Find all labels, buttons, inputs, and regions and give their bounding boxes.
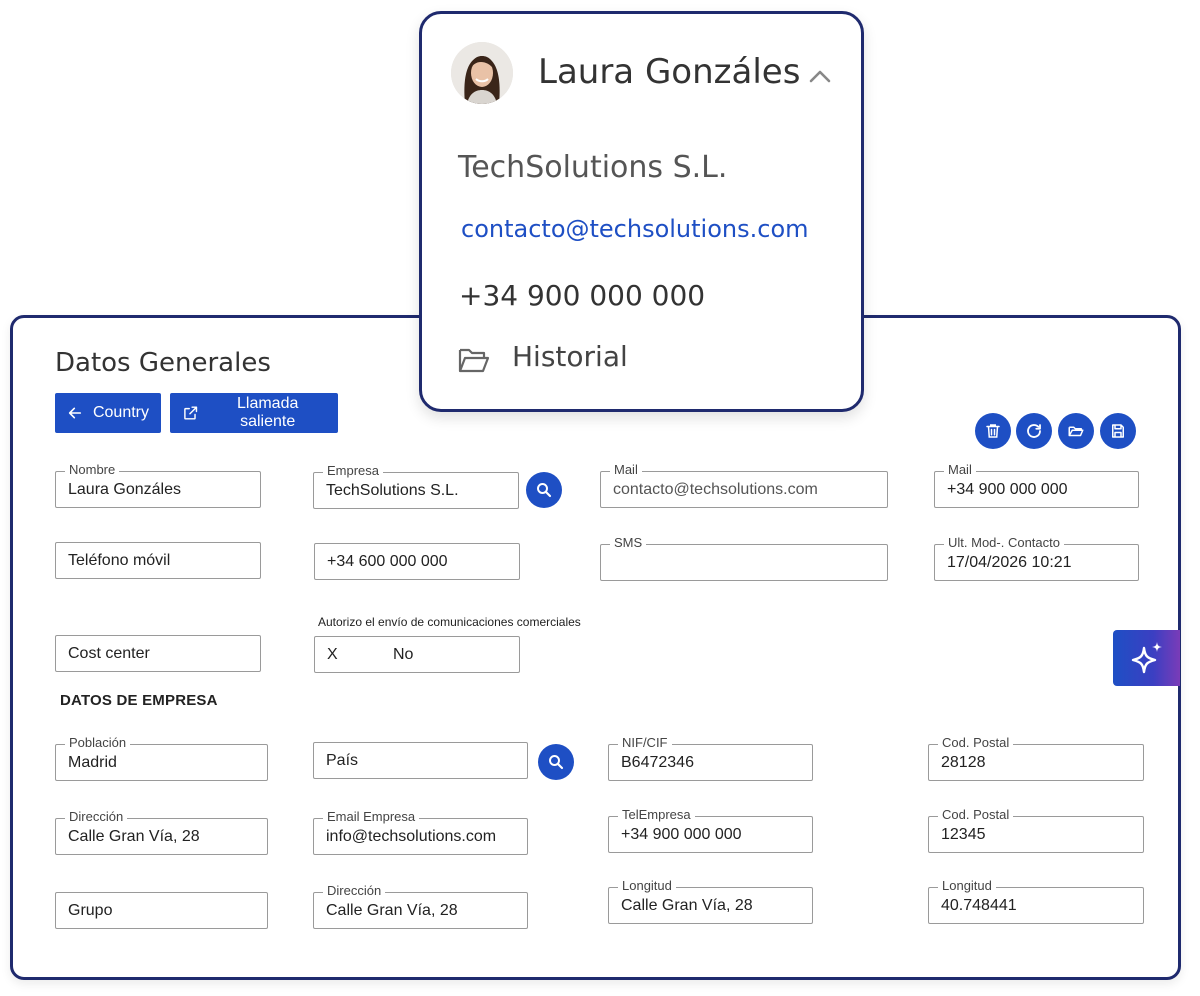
ult-mod-value: 17/04/2026 10:21 — [947, 553, 1072, 571]
email-empresa-value: info@techsolutions.com — [326, 827, 497, 845]
country-button-label: Country — [92, 404, 149, 421]
contact-name: Laura Gonzáles — [538, 52, 801, 92]
arrow-left-icon — [68, 407, 82, 419]
grupo-placeholder: Grupo — [68, 901, 113, 919]
folder-open-icon — [1068, 426, 1084, 437]
open-folder-button[interactable] — [1058, 413, 1094, 449]
direccion-field[interactable]: Dirección Calle Gran Vía, 28 — [55, 809, 268, 855]
cod-postal-2-field[interactable]: Cod. Postal 12345 — [928, 807, 1144, 853]
contact-company: TechSolutions S.L. — [458, 150, 728, 185]
ult-mod-label: Ult. Mod-. Contacto — [944, 535, 1064, 551]
llamada-saliente-label: Llamada saliente — [236, 395, 299, 430]
contact-phone: +34 900 000 000 — [459, 279, 706, 312]
delete-button[interactable] — [975, 413, 1011, 449]
section-datos-empresa: DATOS DE EMPRESA — [60, 692, 218, 709]
contact-email-link[interactable]: contacto@techsolutions.com — [461, 215, 809, 243]
pais-search-button[interactable] — [538, 744, 574, 780]
direccion-2-value: Calle Gran Vía, 28 — [326, 901, 458, 919]
tel-empresa-label: TelEmpresa — [618, 807, 695, 823]
save-button[interactable] — [1100, 413, 1136, 449]
cost-center-placeholder: Cost center — [68, 644, 150, 662]
autorizo-value: No — [393, 645, 414, 663]
longitud-field[interactable]: Longitud Calle Gran Vía, 28 — [608, 878, 813, 924]
longitud-label: Longitud — [618, 878, 676, 894]
cod-postal-label: Cod. Postal — [938, 735, 1014, 751]
cod-postal-value: 28128 — [941, 753, 986, 771]
mail-field[interactable]: Mail contacto@techsolutions.com — [600, 462, 888, 508]
search-icon — [549, 755, 564, 770]
longitud-value: Calle Gran Vía, 28 — [621, 896, 753, 914]
longitud-2-field[interactable]: Longitud 40.748441 — [928, 878, 1144, 924]
mail-phone-field[interactable]: Mail +34 900 000 000 — [934, 462, 1139, 508]
trash-icon — [986, 424, 1000, 438]
mail-label: Mail — [610, 462, 642, 478]
llamada-saliente-button[interactable]: Llamada saliente — [170, 393, 338, 433]
tel-empresa-field[interactable]: TelEmpresa +34 900 000 000 — [608, 807, 813, 853]
autorizo-select[interactable]: X No — [314, 636, 520, 673]
refresh-button[interactable] — [1016, 413, 1052, 449]
pais-placeholder: País — [326, 751, 359, 769]
empresa-label: Empresa — [323, 463, 384, 479]
sms-field[interactable]: SMS — [600, 535, 888, 581]
nombre-value: Laura Gonzáles — [68, 480, 181, 498]
direccion-2-label: Dirección — [323, 883, 386, 899]
email-empresa-label: Email Empresa — [323, 809, 420, 825]
ult-mod-contacto-field[interactable]: Ult. Mod-. Contacto 17/04/2026 10:21 — [934, 535, 1139, 581]
sparkle-icon — [1131, 642, 1162, 674]
telefono-movil-placeholder: Teléfono móvil — [68, 551, 171, 569]
cod-postal-2-label: Cod. Postal — [938, 807, 1014, 823]
page-title: Datos Generales — [55, 348, 271, 378]
country-button[interactable]: Country — [55, 393, 161, 433]
save-icon — [1112, 424, 1124, 438]
nif-cif-label: NIF/CIF — [618, 735, 672, 751]
historial-link[interactable]: Historial — [512, 340, 628, 373]
autorizo-x: X — [327, 645, 338, 663]
empresa-field[interactable]: Empresa TechSolutions S.L. — [313, 463, 519, 509]
ai-assistant-button[interactable] — [1113, 630, 1180, 686]
refresh-icon — [1027, 424, 1041, 438]
telefono-value: +34 600 000 000 — [327, 552, 448, 570]
search-icon — [537, 483, 552, 498]
contact-card: Laura Gonzáles TechSolutions S.L. contac… — [419, 11, 864, 412]
nif-cif-field[interactable]: NIF/CIF B6472346 — [608, 735, 813, 781]
datos-generales-panel: Datos Generales Country Llamada saliente… — [10, 315, 1181, 980]
folder-icon — [458, 348, 490, 373]
grupo-field[interactable]: Grupo — [55, 892, 268, 929]
chevron-up-icon[interactable] — [807, 66, 833, 86]
empresa-value: TechSolutions S.L. — [326, 481, 459, 499]
telefono-movil-field[interactable]: Teléfono móvil — [55, 542, 261, 579]
pais-field[interactable]: País — [313, 742, 528, 779]
mail-value: contacto@techsolutions.com — [613, 480, 818, 498]
autorizo-label: Autorizo el envío de comunicaciones come… — [318, 615, 581, 629]
nombre-field[interactable]: Nombre Laura Gonzáles — [55, 462, 261, 508]
direccion-value: Calle Gran Vía, 28 — [68, 827, 200, 845]
poblacion-label: Población — [65, 735, 131, 751]
telefono-field[interactable]: +34 600 000 000 — [314, 543, 520, 580]
poblacion-value: Madrid — [68, 753, 117, 771]
tel-empresa-value: +34 900 000 000 — [621, 825, 742, 843]
mail-phone-value: +34 900 000 000 — [947, 480, 1068, 498]
nombre-label: Nombre — [65, 462, 120, 478]
sms-label: SMS — [610, 535, 647, 551]
longitud-2-value: 40.748441 — [941, 896, 1017, 914]
cod-postal-2-value: 12345 — [941, 825, 986, 843]
empresa-search-button[interactable] — [526, 472, 562, 508]
nif-cif-value: B6472346 — [621, 753, 694, 771]
direccion-2-field[interactable]: Dirección Calle Gran Vía, 28 — [313, 883, 528, 929]
cod-postal-field[interactable]: Cod. Postal 28128 — [928, 735, 1144, 781]
cost-center-field[interactable]: Cost center — [55, 635, 261, 672]
mail-phone-label: Mail — [944, 462, 976, 478]
avatar — [451, 42, 513, 104]
external-link-icon — [184, 406, 198, 420]
direccion-label: Dirección — [65, 809, 128, 825]
email-empresa-field[interactable]: Email Empresa info@techsolutions.com — [313, 809, 528, 855]
poblacion-field[interactable]: Población Madrid — [55, 735, 268, 781]
longitud-2-label: Longitud — [938, 878, 996, 894]
